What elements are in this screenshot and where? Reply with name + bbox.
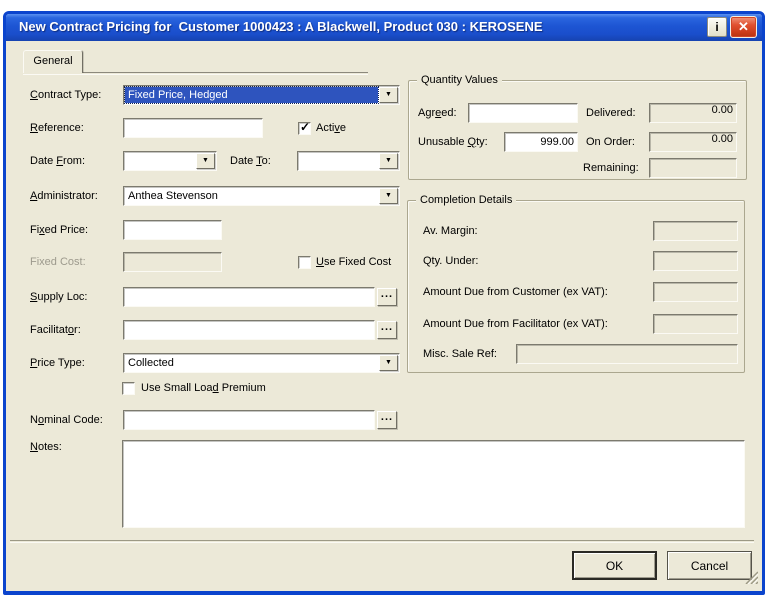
- ellipsis-icon: ...: [381, 321, 393, 333]
- price-type-dropdown-button[interactable]: ▼: [379, 355, 398, 371]
- price-type-value: Collected: [125, 355, 378, 371]
- chevron-down-icon: ▼: [197, 154, 214, 168]
- dialog-window: New Contract Pricing for Customer 100042…: [3, 11, 765, 595]
- active-label: Active: [316, 118, 346, 138]
- date-to-dropdown-button[interactable]: ▼: [379, 153, 398, 169]
- chevron-down-icon: ▼: [380, 88, 397, 102]
- unusable-qty-label: Unusable Qty:: [418, 132, 488, 152]
- fixed-price-label: Fixed Price:: [30, 220, 88, 240]
- amount-due-facilitator-field: [653, 314, 738, 334]
- delivered-label: Delivered:: [586, 103, 636, 123]
- fixed-price-input[interactable]: [123, 220, 222, 240]
- av-margin-label: Av. Margin:: [423, 221, 478, 241]
- on-order-field: 0.00: [649, 132, 737, 152]
- misc-sale-ref-label: Misc. Sale Ref:: [423, 344, 497, 364]
- reference-input[interactable]: [123, 118, 263, 138]
- contract-type-select[interactable]: Fixed Price, Hedged ▼: [123, 85, 400, 105]
- fixed-cost-label: Fixed Cost:: [30, 252, 86, 272]
- ok-button[interactable]: OK: [572, 551, 657, 580]
- nominal-code-label: Nominal Code:: [30, 410, 103, 430]
- ellipsis-icon: ...: [381, 411, 393, 423]
- administrator-value: Anthea Stevenson: [125, 188, 378, 204]
- fixed-cost-input: [123, 252, 222, 272]
- notes-textarea[interactable]: [122, 440, 745, 528]
- date-from-dropdown-button[interactable]: ▼: [196, 153, 215, 169]
- qty-under-field: [653, 251, 738, 271]
- completion-details-group: Completion Details Av. Margin: Qty. Unde…: [407, 200, 745, 373]
- use-small-load-premium-label: Use Small Load Premium: [141, 378, 266, 398]
- checkmark-icon: ✓: [300, 120, 310, 134]
- price-type-select[interactable]: Collected ▼: [123, 353, 400, 373]
- use-fixed-cost-checkbox[interactable]: [298, 256, 311, 269]
- administrator-dropdown-button[interactable]: ▼: [379, 188, 398, 204]
- chevron-down-icon: ▼: [380, 356, 397, 370]
- date-to-value: [299, 153, 378, 169]
- footer-separator: [10, 540, 754, 542]
- chevron-down-icon: ▼: [380, 154, 397, 168]
- chevron-down-icon: ▼: [380, 189, 397, 203]
- agreed-label: Agreed:: [418, 103, 457, 123]
- date-from-label: Date From:: [30, 151, 85, 171]
- nominal-code-browse-button[interactable]: ...: [377, 411, 397, 429]
- help-icon: i: [715, 20, 718, 34]
- contract-type-dropdown-button[interactable]: ▼: [379, 87, 398, 103]
- quantity-values-group: Quantity Values Agreed: Delivered: 0.00 …: [408, 80, 747, 180]
- date-from-value: [125, 153, 195, 169]
- ellipsis-icon: ...: [381, 288, 393, 300]
- facilitator-browse-button[interactable]: ...: [377, 321, 397, 339]
- completion-details-title: Completion Details: [416, 193, 516, 208]
- notes-label: Notes:: [30, 437, 62, 457]
- on-order-label: On Order:: [586, 132, 635, 152]
- nominal-code-input[interactable]: [123, 410, 375, 430]
- unusable-qty-input[interactable]: [504, 132, 578, 152]
- close-button[interactable]: ✕: [730, 16, 757, 38]
- administrator-label: Administrator:: [30, 186, 98, 206]
- supply-loc-label: Supply Loc:: [30, 287, 88, 307]
- amount-due-customer-label: Amount Due from Customer (ex VAT):: [423, 282, 608, 302]
- reference-label: Reference:: [30, 118, 84, 138]
- window-title: New Contract Pricing for Customer 100042…: [19, 19, 543, 34]
- amount-due-customer-field: [653, 282, 738, 302]
- cancel-button[interactable]: Cancel: [667, 551, 752, 580]
- price-type-label: Price Type:: [30, 353, 85, 373]
- active-checkbox[interactable]: ✓: [298, 122, 311, 135]
- title-bar[interactable]: New Contract Pricing for Customer 100042…: [6, 14, 762, 41]
- supply-loc-input[interactable]: [123, 287, 375, 307]
- qty-under-label: Qty. Under:: [423, 251, 478, 271]
- date-from-select[interactable]: ▼: [123, 151, 217, 171]
- remaining-field: [649, 158, 737, 178]
- av-margin-field: [653, 221, 738, 241]
- supply-loc-browse-button[interactable]: ...: [377, 288, 397, 306]
- close-icon: ✕: [738, 19, 749, 34]
- delivered-field: 0.00: [649, 103, 737, 123]
- contract-type-value: Fixed Price, Hedged: [125, 87, 378, 103]
- administrator-select[interactable]: Anthea Stevenson ▼: [123, 186, 400, 206]
- misc-sale-ref-field: [516, 344, 738, 364]
- agreed-input[interactable]: [468, 103, 578, 123]
- help-button[interactable]: i: [707, 17, 727, 37]
- contract-type-label: Contract Type:: [30, 85, 101, 105]
- date-to-label: Date To:: [230, 151, 271, 171]
- dialog-client-area: General Contract Type: Fixed Price, Hedg…: [6, 41, 762, 591]
- date-to-select[interactable]: ▼: [297, 151, 400, 171]
- quantity-values-title: Quantity Values: [417, 73, 502, 88]
- facilitator-label: Facilitator:: [30, 320, 81, 340]
- use-fixed-cost-label: Use Fixed Cost: [316, 252, 391, 272]
- remaining-label: Remaining:: [583, 158, 639, 178]
- use-small-load-premium-checkbox[interactable]: [122, 382, 135, 395]
- tab-general[interactable]: General: [23, 50, 83, 73]
- resize-grip[interactable]: [742, 568, 758, 584]
- facilitator-input[interactable]: [123, 320, 375, 340]
- amount-due-facilitator-label: Amount Due from Facilitator (ex VAT):: [423, 314, 608, 334]
